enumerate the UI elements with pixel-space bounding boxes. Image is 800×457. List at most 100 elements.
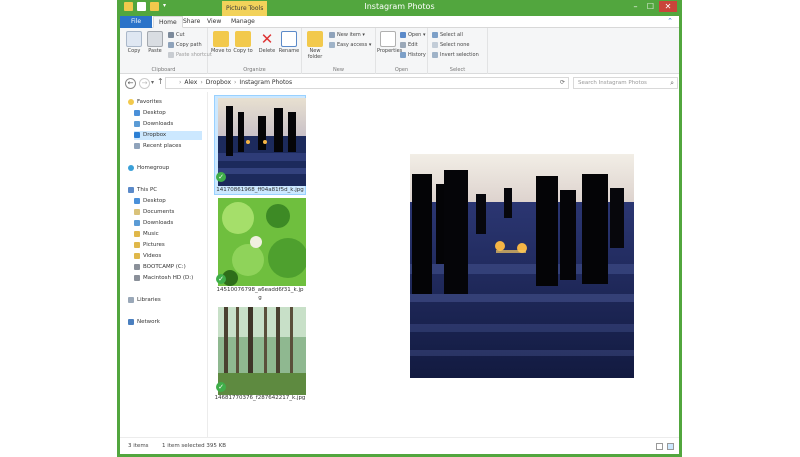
recent-places-icon [134,142,140,149]
copy-to-button[interactable]: Copy to [232,31,254,54]
nav-videos-label: Videos [143,253,162,259]
select-group: Select all Select none Invert selection … [428,28,488,74]
thumbnail-lanterns[interactable] [218,98,306,186]
new-item-button[interactable]: New item ▾ [329,31,365,40]
edit-button[interactable]: Edit [400,41,418,50]
clipboard-icon [147,31,163,47]
nav-pc-downloads-label: Downloads [143,220,174,226]
properties-icon [380,31,396,47]
copy-icon [126,31,142,47]
paste-shortcut-button[interactable]: Paste shortcut [168,51,212,60]
tab-file[interactable]: File [120,16,152,28]
nav-music-label: Music [143,231,159,237]
downloads-icon [134,219,140,226]
nav-bootcamp[interactable]: BOOTCAMP (C:) [134,263,186,272]
rename-label: Rename [278,48,300,54]
delete-icon: ✕ [260,30,274,48]
delete-button[interactable]: ✕ Delete [256,31,278,54]
open-button[interactable]: Open ▾ [400,31,425,40]
nav-favorites-label: Favorites [137,99,162,105]
dropbox-icon [134,131,140,138]
photo-forest-thumb [218,307,306,395]
breadcrumb-alex[interactable]: Alex [184,79,197,86]
open-group-label: Open [394,67,409,73]
history-button[interactable]: History [400,51,426,60]
close-button[interactable]: ✕ [659,1,677,12]
homegroup-icon [128,164,134,171]
address-bar[interactable]: › Alex › Dropbox › Instagram Photos ⟳ [165,77,569,89]
nav-downloads-label: Downloads [143,121,174,127]
move-to-button[interactable]: Move to [210,31,232,54]
cut-button[interactable]: Cut [168,31,185,40]
open-group: Properties Open ▾ Edit History Open [376,28,428,74]
nav-desktop[interactable]: Desktop [134,109,166,118]
details-view-icon[interactable] [656,443,663,450]
ribbon-expand-icon[interactable]: ⌃ [667,17,673,25]
select-none-icon [432,41,438,48]
paste-shortcut-label: Paste shortcut [176,52,212,58]
nav-pc-desktop[interactable]: Desktop [134,197,166,206]
selection-info: 1 item selected 395 KB [162,443,227,449]
copy-path-label: Copy path [176,42,202,48]
easy-access-button[interactable]: Easy access ▾ [329,41,371,50]
nav-pc-desktop-label: Desktop [143,198,166,204]
forward-button[interactable]: → [139,78,150,89]
sync-check-icon: ✓ [216,382,226,392]
recent-locations-icon[interactable]: ▾ [151,79,154,86]
invert-selection-button[interactable]: Invert selection [432,51,479,60]
nav-pc-downloads[interactable]: Downloads [134,219,173,228]
select-none-button[interactable]: Select none [432,41,470,50]
ribbon: Copy Paste Cut Copy path Paste shortcut … [120,28,679,74]
minimize-button[interactable]: – [629,1,642,12]
edit-icon [400,41,406,48]
new-group-label: New [333,67,344,73]
search-icon: ⌕ [670,79,674,87]
copy-label: Copy [127,48,141,54]
select-group-label: Select [449,67,466,73]
nav-music[interactable]: Music [134,230,159,239]
title-bar[interactable]: ▾ Picture Tools Instagram Photos – ☐ ✕ [120,0,679,16]
tab-view[interactable]: View [202,16,226,28]
paste-button[interactable]: Paste [144,31,166,54]
large-icons-view-icon[interactable] [667,443,674,450]
back-button[interactable]: ← [125,78,136,89]
nav-downloads[interactable]: Downloads [134,120,173,129]
copy-path-button[interactable]: Copy path [168,41,202,50]
status-bar: 3 items 1 item selected 395 KB [120,437,679,454]
pictures-icon [134,241,140,248]
breadcrumb-dropbox[interactable]: Dropbox [206,79,231,86]
nav-homegroup[interactable]: Homegroup [128,164,169,173]
new-folder-icon [307,31,323,47]
new-folder-button[interactable]: New folder [304,31,326,60]
refresh-icon[interactable]: ⟳ [560,78,565,88]
open-label: Open [408,32,422,38]
nav-pictures[interactable]: Pictures [134,241,165,250]
nav-favorites[interactable]: Favorites [128,98,162,107]
nav-dropbox[interactable]: Dropbox [134,131,202,140]
nav-macintosh-hd[interactable]: Macintosh HD (D:) [134,274,193,283]
tab-manage[interactable]: Manage [226,16,260,28]
nav-recent-places[interactable]: Recent places [134,142,181,151]
nav-this-pc[interactable]: This PC [128,186,157,195]
properties-button[interactable]: Properties [377,31,402,54]
nav-videos[interactable]: Videos [134,252,161,261]
rename-icon [281,31,297,47]
copy-button[interactable]: Copy [123,31,145,54]
sync-check-icon: ✓ [216,172,226,182]
preview-pane [410,154,634,378]
nav-libraries[interactable]: Libraries [128,296,161,305]
paste-label: Paste [148,48,162,54]
breadcrumb-instagram-photos[interactable]: Instagram Photos [239,79,292,86]
thumbnail-leaves[interactable] [218,198,306,286]
nav-bootcamp-label: BOOTCAMP (C:) [143,264,186,270]
delete-label: Delete [258,48,276,54]
thumbnail-forest[interactable] [218,307,306,395]
up-button[interactable]: ↑ [157,77,164,86]
nav-network[interactable]: Network [128,318,160,327]
maximize-button[interactable]: ☐ [644,1,657,12]
copy-to-icon [235,31,251,47]
search-input[interactable]: Search Instagram Photos ⌕ [573,77,678,89]
rename-button[interactable]: Rename [278,31,300,54]
nav-documents[interactable]: Documents [134,208,174,217]
select-all-button[interactable]: Select all [432,31,463,40]
